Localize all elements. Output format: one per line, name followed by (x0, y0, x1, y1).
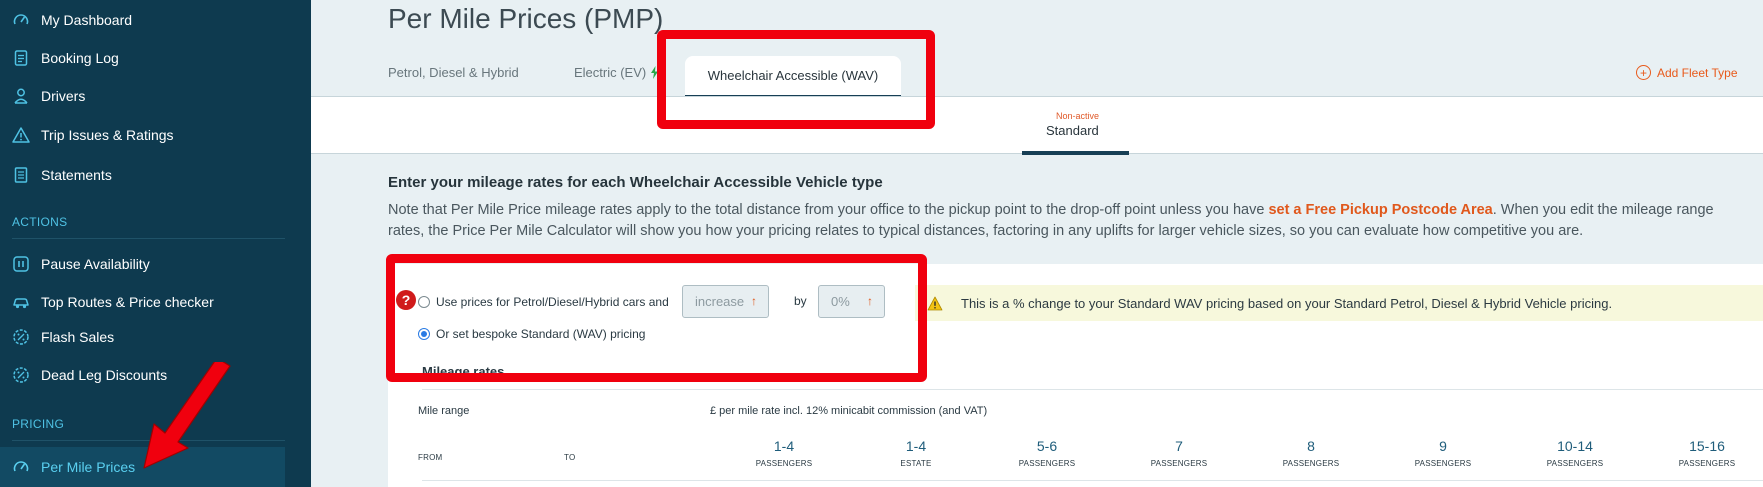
plus-circle-icon: + (1636, 65, 1651, 80)
percent-badge-icon (12, 366, 30, 384)
sidebar-item-my-dashboard[interactable]: My Dashboard (0, 3, 285, 37)
sidebar-item-label: My Dashboard (41, 12, 133, 28)
tab-label: Electric (EV) (574, 65, 647, 80)
subtab-active-indicator (1022, 151, 1129, 155)
column-label: PASSENGERS (1546, 459, 1604, 468)
subtab-status: Non-active (1056, 111, 1100, 121)
from-header: FROM (418, 453, 443, 462)
document-list-icon (12, 49, 30, 67)
tab-petrol-diesel-hybrid[interactable]: Petrol, Diesel & Hybrid (388, 65, 519, 80)
sidebar-item-label: Per Mile Prices (41, 459, 136, 475)
column-number: 7 (1175, 438, 1183, 454)
speedometer-icon (12, 458, 30, 476)
column-number: 9 (1439, 438, 1447, 454)
pause-icon (12, 255, 30, 273)
warning-triangle-icon (12, 126, 30, 144)
annotation-arrow-icon (143, 362, 231, 469)
table-divider (422, 480, 1763, 481)
tab-electric[interactable]: Electric (EV) (574, 65, 659, 80)
passenger-column: 8 PASSENGERS (1266, 438, 1356, 468)
subtab-bar (311, 97, 1763, 154)
sidebar-item-label: Top Routes & Price checker (41, 294, 214, 310)
statement-icon (12, 166, 30, 184)
sidebar-item-label: Pause Availability (41, 256, 150, 272)
passenger-column: 7 PASSENGERS (1134, 438, 1224, 468)
page-title: Per Mile Prices (PMP) (388, 3, 664, 34)
add-fleet-label: Add Fleet Type (1657, 65, 1738, 80)
annotation-highlight-box (386, 254, 927, 382)
warning-banner: This is a % change to your Standard WAV … (915, 285, 1763, 321)
percent-badge-icon (12, 328, 30, 346)
column-number: 8 (1307, 438, 1315, 454)
column-number: 15-16 (1689, 438, 1725, 454)
sidebar-item-pause-availability[interactable]: Pause Availability (0, 247, 285, 281)
column-number: 10-14 (1557, 438, 1593, 454)
passenger-column: 9 PASSENGERS (1398, 438, 1488, 468)
passenger-column: 5-6 PASSENGERS (1002, 438, 1092, 468)
actions-heading: ACTIONS (12, 215, 68, 229)
warning-text: This is a % change to your Standard WAV … (961, 295, 1613, 311)
subtab-standard[interactable]: Standard (1046, 123, 1099, 138)
to-header: TO (564, 453, 576, 462)
annotation-highlight-box (657, 30, 935, 129)
sidebar-item-label: Flash Sales (41, 329, 115, 345)
section-heading: Enter your mileage rates for each Wheelc… (388, 174, 883, 191)
sidebar-item-top-routes[interactable]: Top Routes & Price checker (0, 285, 285, 319)
intro-text: . When you edit the mileage range (1492, 202, 1714, 218)
sidebar-item-flash-sales[interactable]: Flash Sales (0, 320, 285, 354)
speedometer-icon (12, 11, 30, 29)
table-divider (422, 389, 1763, 390)
sidebar-item-drivers[interactable]: Drivers (0, 79, 285, 113)
free-pickup-link[interactable]: set a Free Pickup Postcode Area (1268, 202, 1492, 218)
intro-paragraph: Note that Per Mile Price mileage rates a… (388, 200, 1763, 242)
passenger-column: 1-4 ESTATE (871, 438, 961, 468)
column-number: 5-6 (1036, 438, 1058, 454)
sidebar-item-label: Drivers (41, 88, 86, 104)
sidebar-item-label: Trip Issues & Ratings (41, 127, 174, 143)
divider (12, 238, 285, 239)
rate-header: £ per mile rate incl. 12% minicabit comm… (710, 405, 988, 417)
intro-text: rates, the Price Per Mile Calculator wil… (388, 223, 1584, 239)
column-number: 1-4 (905, 438, 927, 454)
column-label: PASSENGERS (755, 459, 813, 468)
mile-range-header: Mile range (418, 405, 470, 417)
column-number: 1-4 (773, 438, 795, 454)
sidebar-item-label: Booking Log (41, 50, 119, 66)
sidebar-item-trip-issues[interactable]: Trip Issues & Ratings (0, 118, 285, 152)
column-label: PASSENGERS (1018, 459, 1076, 468)
driver-icon (12, 87, 30, 105)
pricing-heading: PRICING (12, 417, 65, 431)
sidebar-item-label: Statements (41, 167, 112, 183)
column-label: PASSENGERS (1414, 459, 1472, 468)
passenger-column: 15-16 PASSENGERS (1662, 438, 1752, 468)
column-label: ESTATE (900, 459, 932, 468)
column-label: PASSENGERS (1150, 459, 1208, 468)
passenger-column: 1-4 PASSENGERS (739, 438, 829, 468)
column-label: PASSENGERS (1282, 459, 1340, 468)
column-label: PASSENGERS (1678, 459, 1736, 468)
sidebar-item-booking-log[interactable]: Booking Log (0, 41, 285, 75)
add-fleet-type-button[interactable]: + Add Fleet Type (1636, 65, 1738, 80)
intro-text: Note that Per Mile Price mileage rates a… (388, 202, 1269, 218)
passenger-column: 10-14 PASSENGERS (1530, 438, 1620, 468)
car-icon (12, 293, 30, 311)
warning-icon (927, 296, 947, 311)
sidebar-item-statements[interactable]: Statements (0, 158, 285, 192)
